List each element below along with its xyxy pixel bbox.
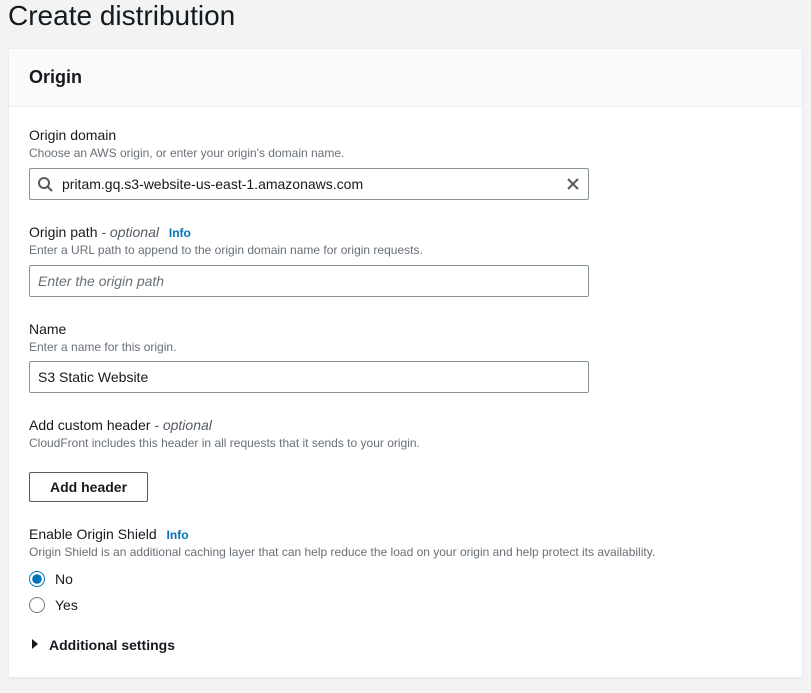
origin-domain-desc: Choose an AWS origin, or enter your orig…	[29, 145, 782, 162]
additional-settings-label: Additional settings	[49, 637, 175, 653]
origin-path-input[interactable]	[29, 265, 589, 297]
origin-domain-label: Origin domain	[29, 127, 116, 143]
origin-domain-group: Origin domain Choose an AWS origin, or e…	[29, 127, 782, 200]
origin-domain-input-wrap	[29, 168, 589, 200]
page-title: Create distribution	[0, 0, 811, 48]
origin-shield-group: Enable Origin Shield Info Origin Shield …	[29, 526, 782, 613]
caret-right-icon	[29, 637, 49, 653]
origin-path-desc: Enter a URL path to append to the origin…	[29, 242, 782, 259]
name-desc: Enter a name for this origin.	[29, 339, 782, 356]
origin-shield-radio-no[interactable]	[29, 571, 45, 587]
name-input-wrap	[29, 361, 589, 393]
origin-path-label: Origin path	[29, 224, 97, 240]
search-icon	[37, 176, 53, 192]
origin-path-group: Origin path - optional Info Enter a URL …	[29, 224, 782, 297]
custom-header-group: Add custom header - optional CloudFront …	[29, 417, 782, 502]
additional-settings-expander[interactable]: Additional settings	[29, 637, 782, 653]
origin-shield-radio-yes[interactable]	[29, 597, 45, 613]
custom-header-optional: - optional	[150, 417, 211, 433]
panel-header: Origin	[9, 49, 802, 107]
name-group: Name Enter a name for this origin.	[29, 321, 782, 394]
custom-header-label: Add custom header	[29, 417, 150, 433]
origin-domain-input[interactable]	[29, 168, 589, 200]
origin-shield-no-label: No	[55, 571, 73, 587]
name-label: Name	[29, 321, 66, 337]
origin-panel: Origin Origin domain Choose an AWS origi…	[8, 48, 803, 678]
origin-shield-yes-label: Yes	[55, 597, 78, 613]
panel-body: Origin domain Choose an AWS origin, or e…	[9, 107, 802, 677]
origin-shield-label: Enable Origin Shield	[29, 526, 157, 542]
origin-shield-radio-group: No Yes	[29, 571, 782, 613]
name-input[interactable]	[29, 361, 589, 393]
origin-shield-option-yes[interactable]: Yes	[29, 597, 782, 613]
origin-path-optional: - optional	[97, 224, 158, 240]
add-header-button[interactable]: Add header	[29, 472, 148, 502]
clear-icon[interactable]	[565, 176, 581, 192]
origin-shield-info-link[interactable]: Info	[167, 528, 189, 542]
origin-shield-option-no[interactable]: No	[29, 571, 782, 587]
origin-path-info-link[interactable]: Info	[169, 226, 191, 240]
panel-title: Origin	[29, 67, 782, 88]
custom-header-desc: CloudFront includes this header in all r…	[29, 435, 782, 452]
origin-path-input-wrap	[29, 265, 589, 297]
origin-shield-desc: Origin Shield is an additional caching l…	[29, 544, 782, 561]
